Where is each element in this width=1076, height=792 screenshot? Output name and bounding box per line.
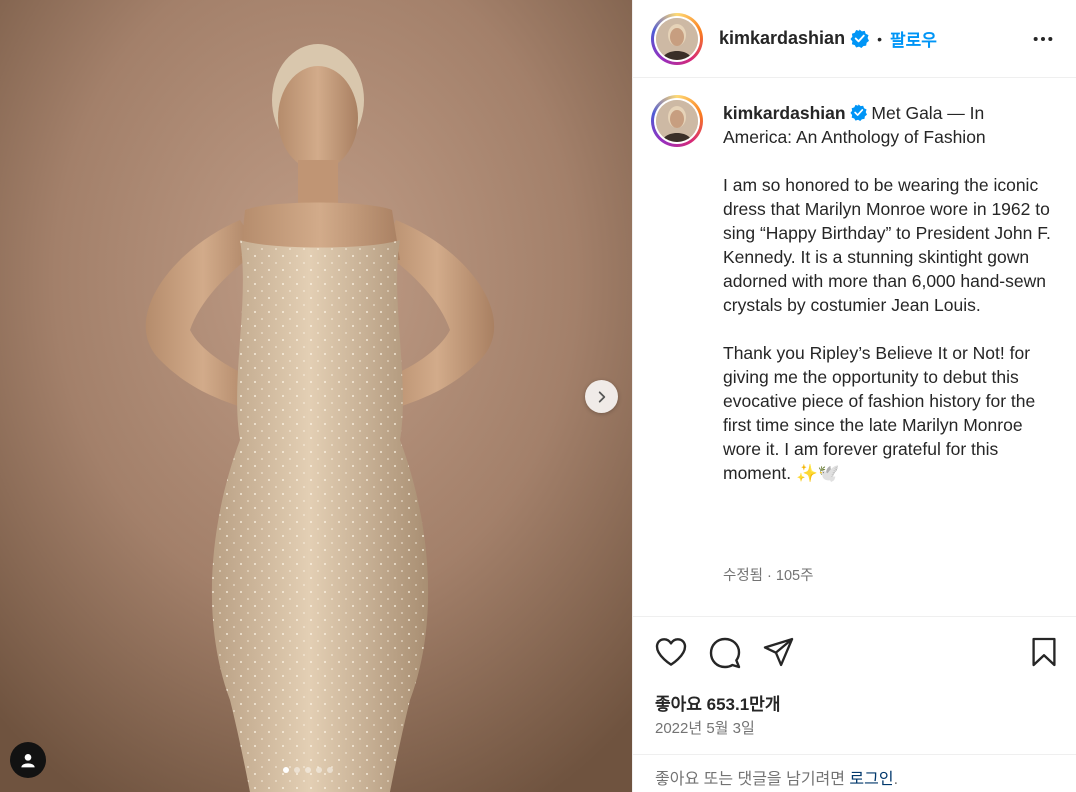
caption-username[interactable]: kimkardashian — [723, 103, 846, 123]
story-ring[interactable] — [651, 12, 703, 65]
login-prompt-text: 좋아요 또는 댓글을 남기려면 — [655, 771, 850, 788]
caption-avatar — [656, 100, 698, 142]
carousel-dot — [327, 767, 333, 773]
avatar — [656, 17, 698, 60]
verified-badge-icon — [850, 29, 870, 48]
likes-count[interactable]: 좋아요 653.1만개 — [655, 690, 780, 715]
send-icon[interactable] — [763, 637, 794, 667]
bookmark-icon[interactable] — [1031, 637, 1057, 667]
header-username[interactable]: kimkardashian — [719, 28, 845, 49]
post-date[interactable]: 2022년 5월 3일 — [655, 717, 755, 738]
carousel-dot — [294, 767, 300, 773]
user-icon — [21, 754, 35, 768]
action-bar — [633, 616, 1076, 678]
chevron-right-icon — [598, 390, 605, 403]
carousel-indicator — [283, 767, 333, 773]
login-prompt-period: . — [893, 771, 899, 788]
more-options-icon[interactable] — [1032, 28, 1054, 50]
caption-meta: 수정됨 · 105주 — [723, 568, 814, 584]
caption-text: Met Gala — In America: An Anthology of F… — [723, 103, 1051, 483]
caption-text-block: kimkardashian Met Gala — In America: An … — [723, 101, 1053, 485]
post-header: kimkardashian • 팔로우 — [633, 0, 1076, 78]
caption-area[interactable]: kimkardashian Met Gala — In America: An … — [633, 78, 1076, 616]
login-prompt: 좋아요 또는 댓글을 남기려면 로그인. — [633, 754, 1076, 792]
post-media[interactable] — [0, 0, 632, 792]
carousel-dot — [316, 767, 322, 773]
carousel-dot — [305, 767, 311, 773]
verified-badge-icon — [849, 104, 867, 121]
caption-story-ring[interactable] — [651, 95, 703, 147]
heart-icon[interactable] — [655, 637, 687, 667]
separator-dot: • — [877, 30, 882, 47]
post-photo — [0, 0, 632, 792]
follow-button[interactable]: 팔로우 — [890, 26, 937, 51]
post-side-panel: kimkardashian • 팔로우 kimkardashian Met Ga… — [632, 0, 1076, 792]
comment-icon[interactable] — [709, 637, 741, 669]
tagged-users-button[interactable] — [10, 742, 46, 778]
login-link[interactable]: 로그인 — [849, 771, 893, 788]
carousel-dot — [283, 767, 289, 773]
next-slide-button[interactable] — [585, 380, 618, 413]
